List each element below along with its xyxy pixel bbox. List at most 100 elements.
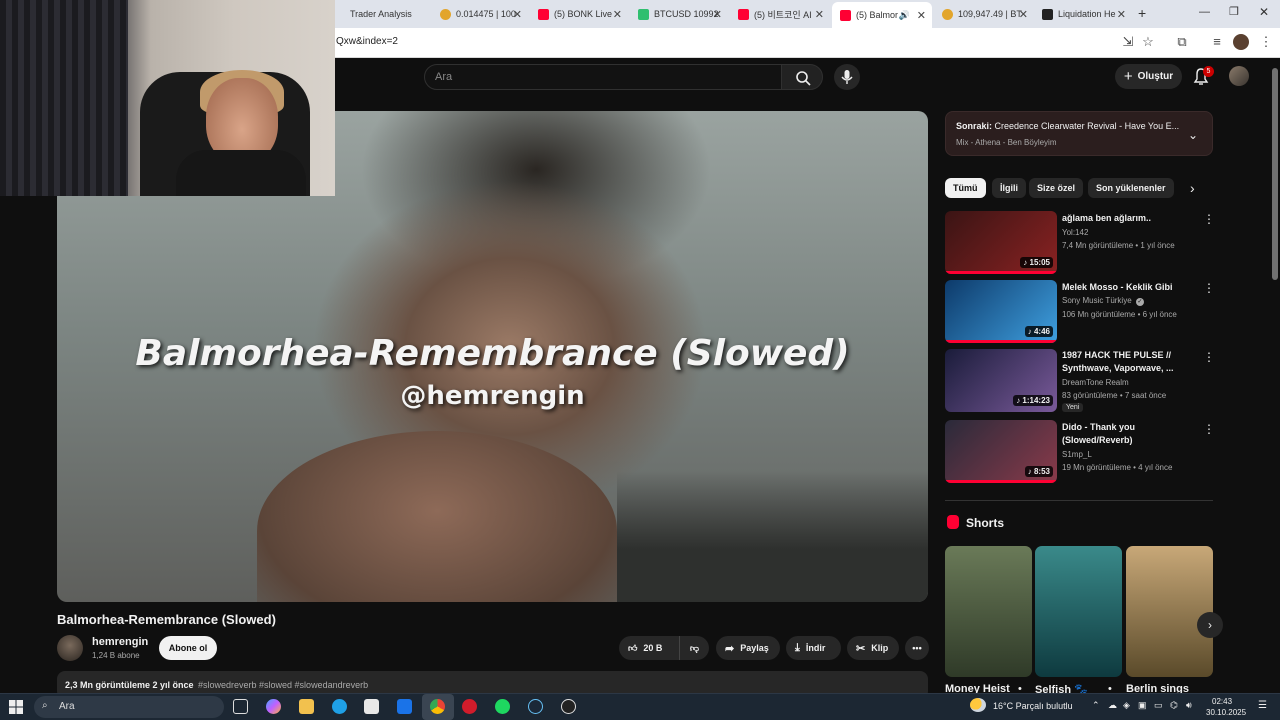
rec-channel[interactable]: DreamTone Realm <box>1062 378 1129 387</box>
up-next-title-line: Sonraki: Creedence Clearwater Revival - … <box>956 121 1179 131</box>
more-vertical-icon[interactable]: ⋮ <box>1203 350 1215 364</box>
close-icon[interactable]: ✕ <box>713 8 722 21</box>
voice-search-button[interactable] <box>834 64 860 90</box>
close-icon[interactable]: ✕ <box>1019 8 1028 21</box>
url-field[interactable]: Qxw&index=2 <box>336 36 398 47</box>
chip-recent[interactable]: Son yüklenenler <box>1088 178 1174 198</box>
more-vertical-icon[interactable]: ⋮ <box>1203 212 1215 226</box>
outlook-icon[interactable] <box>397 699 412 714</box>
tab-2[interactable]: 0.014475 | 100 ✕ <box>432 3 528 25</box>
subscriber-count: 1,24 B abone <box>92 651 140 660</box>
tab-active[interactable]: (5) Balmor 🔊 ✕ <box>832 2 932 28</box>
rec-channel[interactable]: Yol:142 <box>1062 228 1088 237</box>
rec-title[interactable]: ağlama ben ağlarım.. <box>1062 212 1202 225</box>
share-button[interactable]: ➦ Paylaş <box>716 636 780 660</box>
cloud-icon[interactable]: ☁ <box>1108 700 1117 711</box>
store-icon[interactable] <box>364 699 379 714</box>
more-vertical-icon[interactable]: ⋮ <box>1203 422 1215 436</box>
download-button[interactable]: ⤓ İndir <box>786 636 841 660</box>
channel-avatar[interactable] <box>57 635 83 661</box>
youtube-icon <box>538 8 549 20</box>
windows-start-icon[interactable] <box>9 700 23 714</box>
create-button[interactable]: + Oluştur <box>1115 64 1182 89</box>
more-vertical-icon[interactable]: ⋮ <box>1203 281 1215 295</box>
tab-7[interactable]: 109,947.49 | BT ✕ <box>934 3 1034 25</box>
close-window-icon[interactable]: ✕ <box>1259 5 1269 19</box>
chrome-icon[interactable] <box>430 699 445 714</box>
opera-icon[interactable] <box>462 699 477 714</box>
new-tab-icon[interactable]: + <box>1138 5 1146 21</box>
extensions-icon[interactable]: ⧉ <box>1174 34 1190 50</box>
clock-time[interactable]: 02:43 <box>1212 697 1232 706</box>
profile-avatar[interactable] <box>1233 34 1249 50</box>
weather-text[interactable]: 16°C Parçalı bulutlu <box>993 701 1073 711</box>
chip-related[interactable]: İlgili <box>992 178 1026 198</box>
coin-icon <box>440 8 451 20</box>
spotify-icon[interactable] <box>495 699 510 714</box>
file-explorer-icon[interactable] <box>299 699 314 714</box>
close-icon[interactable]: ✕ <box>1117 8 1126 21</box>
chevron-right-icon[interactable]: › <box>1190 180 1195 196</box>
more-actions-button[interactable]: ••• <box>905 636 929 660</box>
search-input[interactable]: Ara <box>424 64 782 90</box>
rec-thumbnail[interactable]: ♪ 4:46 <box>945 280 1057 343</box>
close-icon[interactable]: ✕ <box>613 8 622 21</box>
tray-chevron-icon[interactable]: ⌃ <box>1092 700 1100 711</box>
media-control-icon[interactable]: ≡ <box>1209 34 1225 50</box>
watched-progress-bar <box>945 340 1057 343</box>
short-thumbnail[interactable] <box>1035 546 1122 677</box>
tab-3[interactable]: (5) BONK Live ✕ <box>530 3 628 25</box>
rec-channel[interactable]: S1mp_L <box>1062 450 1092 459</box>
youtube-icon <box>840 9 851 21</box>
install-app-icon[interactable]: ⇲ <box>1120 34 1136 50</box>
tab-8[interactable]: Liquidation He ✕ <box>1034 3 1132 25</box>
up-next-panel[interactable] <box>945 111 1213 156</box>
hashtags[interactable]: #slowedreverb #slowed #slowedandreverb <box>198 680 368 690</box>
chip-for-you[interactable]: Size özel <box>1029 178 1084 198</box>
channel-name[interactable]: hemrengin <box>92 636 148 648</box>
search-button[interactable] <box>781 64 823 90</box>
account-avatar[interactable] <box>1229 66 1249 86</box>
copilot-icon[interactable] <box>266 699 281 714</box>
tab-5[interactable]: (5) 비트코인 AI ✕ <box>730 3 830 25</box>
obs-icon[interactable] <box>561 699 576 714</box>
page-scrollbar[interactable] <box>1272 68 1278 280</box>
short-thumbnail[interactable] <box>945 546 1032 677</box>
rec-title[interactable]: Dido - Thank you (Slowed/Reverb) <box>1062 421 1202 447</box>
subscribe-button[interactable]: Abone ol <box>159 636 217 660</box>
short-thumbnail[interactable] <box>1126 546 1213 677</box>
close-icon[interactable]: ✕ <box>513 8 522 21</box>
edge-icon[interactable] <box>332 699 347 714</box>
dislike-button[interactable]: 👎︎ <box>679 636 709 660</box>
tray-app-icon[interactable]: ▣ <box>1138 700 1147 711</box>
rec-title[interactable]: 1987 HACK THE PULSE // Synthwave, Vaporw… <box>1062 349 1202 375</box>
security-icon[interactable]: ◈ <box>1123 700 1130 711</box>
chip-all[interactable]: Tümü <box>945 178 986 198</box>
restore-icon[interactable]: ❐ <box>1229 5 1239 18</box>
network-icon[interactable]: ⌬ <box>1170 700 1178 711</box>
tab-4[interactable]: BTCUSD 10992 ✕ <box>630 3 728 25</box>
rec-channel[interactable]: Sony Music Türkiye ✓ <box>1062 296 1144 306</box>
rec-thumbnail[interactable]: ♪ 8:53 <box>945 420 1057 483</box>
close-icon[interactable]: ✕ <box>815 8 824 21</box>
speaker-icon[interactable]: 🔊 <box>899 10 910 21</box>
chevron-right-icon[interactable]: › <box>1197 612 1223 638</box>
volume-icon[interactable]: 🔊︎ <box>1186 700 1192 711</box>
minimize-icon[interactable]: — <box>1199 6 1210 18</box>
like-button[interactable]: 👍︎ 20 B <box>619 636 679 660</box>
chevron-down-icon[interactable]: ⌄ <box>1188 128 1198 142</box>
steam-icon[interactable] <box>528 699 543 714</box>
tab-1[interactable]: Trader Analysis <box>342 3 426 25</box>
rec-title[interactable]: Melek Mosso - Keklik Gibi <box>1062 281 1202 294</box>
clock-date[interactable]: 30.10.2025 <box>1206 708 1246 717</box>
task-view-icon[interactable] <box>233 699 248 714</box>
taskbar-search[interactable]: Ara ⌕ <box>34 696 224 718</box>
notification-center-icon[interactable]: ☰ <box>1258 700 1267 711</box>
display-icon[interactable]: ▭ <box>1154 700 1163 711</box>
rec-thumbnail[interactable]: ♪ 15:05 <box>945 211 1057 274</box>
menu-dots-icon[interactable]: ⋮ <box>1258 34 1274 50</box>
bookmark-star-icon[interactable]: ☆ <box>1140 34 1156 50</box>
clip-button[interactable]: ✂ Klip <box>847 636 899 660</box>
rec-thumbnail[interactable]: ♪ 1:14:23 <box>945 349 1057 412</box>
close-icon[interactable]: ✕ <box>917 9 926 22</box>
